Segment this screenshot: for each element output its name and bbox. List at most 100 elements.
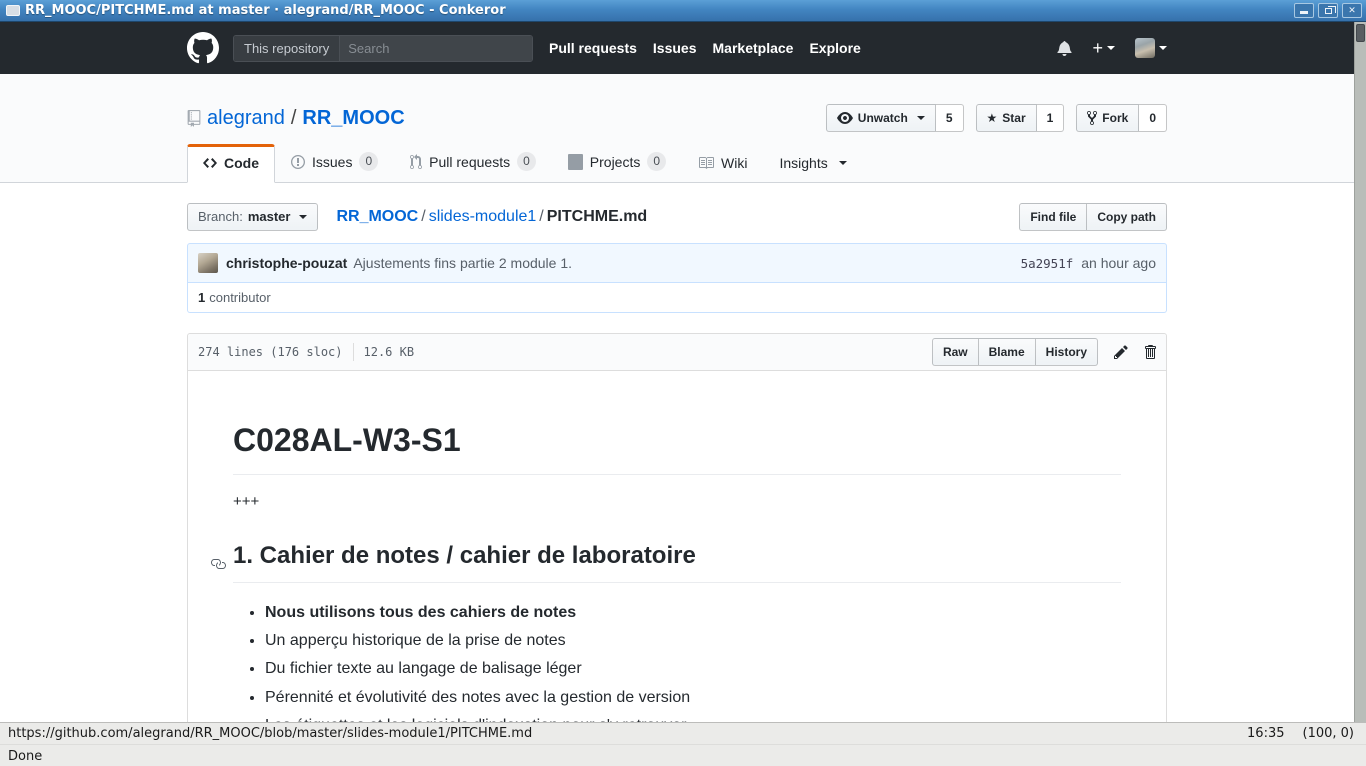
nav-issues[interactable]: Issues (653, 40, 697, 56)
statusbar-scroll-position: (100, 0) (1303, 726, 1355, 741)
book-icon (698, 155, 714, 171)
commit-author-link[interactable]: christophe-pouzat (226, 255, 347, 271)
issue-icon (291, 154, 305, 170)
raw-button[interactable]: Raw (932, 338, 979, 366)
star-group: ★ Star 1 (976, 104, 1065, 132)
projects-count-badge: 0 (647, 152, 666, 171)
copy-path-button[interactable]: Copy path (1086, 203, 1167, 231)
web-page: This repository Pull requests Issues Mar… (0, 22, 1354, 722)
tab-insights[interactable]: Insights (763, 143, 862, 183)
nav-pull-requests[interactable]: Pull requests (549, 40, 637, 56)
tab-issues[interactable]: Issues 0 (275, 140, 394, 183)
tab-projects[interactable]: Projects 0 (552, 140, 682, 183)
window-controls: ✕ (1294, 3, 1362, 18)
edit-file-button[interactable] (1114, 344, 1128, 360)
list-item: Un apperçu historique de la prise de not… (265, 627, 1121, 655)
tab-wiki[interactable]: Wiki (682, 143, 763, 183)
code-icon (203, 155, 217, 171)
minimize-icon (1300, 11, 1308, 14)
file-info-divider (353, 343, 354, 361)
list-item: Pérennité et évolutivité des notes avec … (265, 684, 1121, 712)
plus-icon: + (1092, 40, 1103, 56)
markdown-document: C028AL-W3-S1 +++ 1. Cahier de notes / ca… (188, 371, 1166, 722)
link-icon (210, 556, 226, 572)
main-content: Branch: master RR_MOOC/slides-module1/PI… (187, 183, 1167, 722)
repo-owner-link[interactable]: alegrand (207, 107, 285, 130)
github-nav: Pull requests Issues Marketplace Explore (549, 40, 861, 56)
forks-count[interactable]: 0 (1139, 104, 1167, 132)
scrollbar-thumb[interactable] (1356, 24, 1365, 42)
eye-icon (837, 110, 853, 126)
branch-label: Branch: (198, 207, 243, 227)
nav-explore[interactable]: Explore (809, 40, 860, 56)
minimize-button[interactable] (1294, 3, 1314, 18)
github-logo-icon[interactable] (187, 32, 219, 64)
file-actions: Raw Blame History (932, 338, 1156, 366)
create-new-menu[interactable]: + (1092, 40, 1115, 56)
breadcrumb-repo-link[interactable]: RR_MOOC (336, 208, 418, 225)
find-file-button[interactable]: Find file (1019, 203, 1087, 231)
vertical-scrollbar[interactable] (1354, 22, 1366, 722)
notifications-bell-icon[interactable] (1057, 40, 1072, 56)
list-item: Les étiquettes et les logiciels d'indexa… (265, 712, 1121, 722)
repo-icon (187, 110, 201, 127)
latest-commit-bar: christophe-pouzat Ajustements fins parti… (187, 243, 1167, 283)
delete-file-button[interactable] (1144, 344, 1156, 360)
commit-sha-link[interactable]: 5a2951f (1021, 256, 1074, 271)
github-header: This repository Pull requests Issues Mar… (0, 22, 1354, 74)
file-info: 274 lines (176 sloc) 12.6 KB (198, 343, 414, 361)
restore-icon (1325, 8, 1332, 14)
branch-select-button[interactable]: Branch: master (187, 203, 318, 231)
bullet-list: Nous utilisons tous des cahiers de notes… (233, 599, 1121, 723)
nav-marketplace[interactable]: Marketplace (713, 40, 794, 56)
list-item: Nous utilisons tous des cahiers de notes (265, 599, 1121, 627)
statusbar-clock: 16:35 (1247, 726, 1284, 741)
branch-name: master (248, 207, 291, 227)
blame-button[interactable]: Blame (978, 338, 1036, 366)
star-icon: ★ (987, 108, 998, 128)
browser-viewport: This repository Pull requests Issues Mar… (0, 22, 1366, 722)
stars-count[interactable]: 1 (1037, 104, 1065, 132)
repo-title: alegrand / RR_MOOC (187, 107, 405, 130)
contributors-link[interactable]: 1contributor (187, 283, 1167, 313)
commit-message[interactable]: Ajustements fins partie 2 module 1. (353, 255, 572, 271)
file-size: 12.6 KB (364, 345, 415, 359)
pencil-icon (1114, 344, 1128, 360)
file-view-box: 274 lines (176 sloc) 12.6 KB Raw Blame H… (187, 333, 1167, 722)
caret-down-icon (917, 116, 925, 120)
file-navigation: Branch: master RR_MOOC/slides-module1/PI… (187, 203, 1167, 231)
file-nav-actions: Find file Copy path (1019, 203, 1167, 231)
contributors-count: 1 (198, 290, 205, 305)
repo-header-section: alegrand / RR_MOOC Unwatch 5 ★ Star (0, 74, 1354, 183)
user-menu[interactable] (1135, 38, 1167, 58)
caret-down-icon (1159, 46, 1167, 50)
caret-down-icon (1107, 46, 1115, 50)
breadcrumb-separator: / (536, 208, 546, 225)
close-button[interactable]: ✕ (1342, 3, 1362, 18)
repo-title-separator: / (291, 107, 297, 130)
search-input[interactable] (340, 36, 532, 61)
unwatch-button[interactable]: Unwatch (826, 104, 936, 132)
browser-statusbar: https://github.com/alegrand/RR_MOOC/blob… (0, 722, 1366, 766)
breadcrumb-dir-link[interactable]: slides-module1 (429, 208, 537, 225)
restore-button[interactable] (1318, 3, 1338, 18)
statusbar-load-status: Done (8, 749, 42, 764)
watchers-count[interactable]: 5 (936, 104, 964, 132)
tab-pull-requests[interactable]: Pull requests 0 (394, 140, 552, 183)
document-paragraph: +++ (233, 491, 1121, 514)
section-heading: 1. Cahier de notes / cahier de laboratoi… (233, 538, 1121, 583)
list-item: Du fichier texte au langage de balisage … (265, 655, 1121, 683)
user-avatar (1135, 38, 1155, 58)
history-button[interactable]: History (1035, 338, 1098, 366)
star-button[interactable]: ★ Star (976, 104, 1037, 132)
tab-code[interactable]: Code (187, 144, 275, 183)
repo-name-link[interactable]: RR_MOOC (302, 107, 404, 130)
heading-anchor[interactable] (210, 547, 226, 583)
project-icon (568, 154, 583, 170)
github-header-right: + (1057, 38, 1167, 58)
fork-button[interactable]: Fork (1076, 104, 1139, 132)
fork-group: Fork 0 (1076, 104, 1167, 132)
commit-author-avatar[interactable] (198, 253, 218, 273)
search-box[interactable]: This repository (233, 35, 533, 62)
file-view-buttons: Raw Blame History (932, 338, 1098, 366)
